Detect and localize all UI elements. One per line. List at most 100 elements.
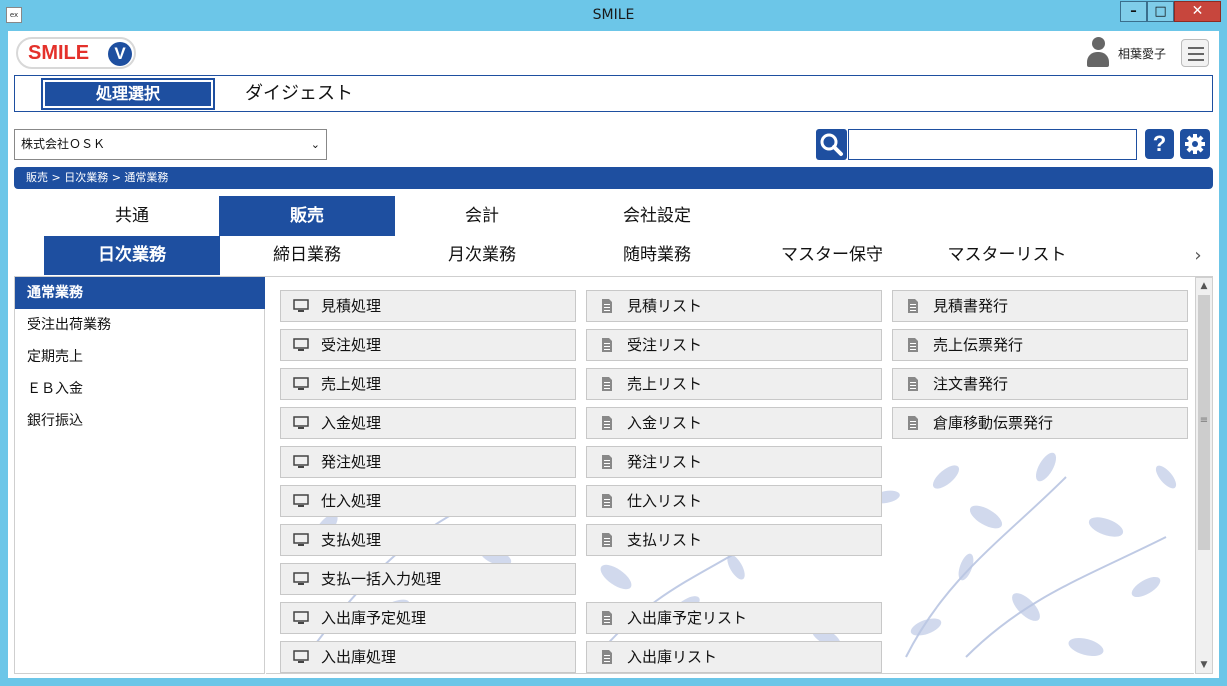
help-button[interactable]: ? [1145,129,1174,159]
tab-closing[interactable]: 締日業務 [219,236,395,275]
fn-bulk-payment[interactable]: 支払一括入力処理 [280,563,576,595]
fn-payment[interactable]: 支払処理 [280,524,576,556]
fn-label: 支払一括入力処理 [321,570,442,588]
window-title: SMILE [592,7,635,23]
fn-label: 支払リスト [627,531,703,549]
scroll-down-icon[interactable]: ▼ [1196,657,1212,673]
left-item-eb-payment[interactable]: ＥＢ入金 [15,373,265,405]
company-select[interactable]: 株式会社ＯＳＫ ⌄ [14,129,327,160]
tab-common[interactable]: 共通 [44,196,220,236]
fn-stock-list[interactable]: 入出庫リスト [586,641,882,673]
fn-payment-received[interactable]: 入金処理 [280,407,576,439]
hamburger-menu-button[interactable] [1181,39,1209,67]
fn-sales-slip-issue[interactable]: 売上伝票発行 [892,329,1188,361]
client-area: SMILE V 相葉愛子 処理選択 ダイジェスト 株式会社ＯＳＫ ⌄ ? 販売 … [8,31,1219,678]
fn-label: 倉庫移動伝票発行 [933,414,1054,432]
scroll-thumb[interactable]: ≡ [1198,295,1210,550]
search-input[interactable] [848,129,1137,160]
logo-text: SMILE [28,42,90,64]
tab-anytime[interactable]: 随時業務 [569,236,745,275]
fn-quotation-list[interactable]: 見積リスト [586,290,882,322]
left-item-periodic-sales[interactable]: 定期売上 [15,341,265,373]
left-menu: 通常業務 受注出荷業務 定期売上 ＥＢ入金 銀行振込 [14,277,265,674]
tab-company-settings[interactable]: 会社設定 [569,196,745,236]
tab-master-list[interactable]: マスターリスト [919,236,1095,275]
fn-label: 受注処理 [321,336,382,354]
minimize-icon: – [1130,4,1137,19]
company-select-value: 株式会社ＯＳＫ [21,137,106,151]
document-icon [908,299,918,313]
smile-logo: SMILE V [16,37,136,69]
monitor-icon [293,611,309,624]
user-avatar-icon[interactable] [1086,37,1110,67]
fn-label: 発注リスト [627,453,703,471]
user-name[interactable]: 相葉愛子 [1118,45,1166,62]
fn-quotation-issue[interactable]: 見積書発行 [892,290,1188,322]
document-icon [602,494,612,508]
vertical-scrollbar[interactable]: ▲ ≡ ▼ [1195,277,1213,674]
fn-purchase[interactable]: 仕入処理 [280,485,576,517]
fn-sales[interactable]: 売上処理 [280,368,576,400]
tab-master-maintenance[interactable]: マスター保守 [744,236,920,275]
fn-label: 入出庫予定リスト [627,609,748,627]
title-bar[interactable]: ex SMILE – □ ✕ [0,0,1227,31]
breadcrumb: 販売 > 日次業務 > 通常業務 [14,167,1213,189]
grip-icon: ≡ [1199,415,1209,426]
fn-warehouse-transfer-issue[interactable]: 倉庫移動伝票発行 [892,407,1188,439]
monitor-icon [293,533,309,546]
fn-quotation[interactable]: 見積処理 [280,290,576,322]
fn-purchase-list[interactable]: 仕入リスト [586,485,882,517]
fn-label: 注文書発行 [933,375,1009,393]
tab-digest[interactable]: ダイジェスト [245,78,353,110]
app-header: SMILE V 相葉愛子 [8,31,1219,75]
search-button[interactable] [816,129,847,160]
minimize-button[interactable]: – [1120,1,1147,22]
fn-label: 入金リスト [627,414,703,432]
document-icon [602,455,612,469]
fn-payment-list[interactable]: 支払リスト [586,524,882,556]
document-icon [908,377,918,391]
fn-stock-plan[interactable]: 入出庫予定処理 [280,602,576,634]
function-panel: 見積処理 受注処理 売上処理 入金処理 発注処理 仕入処理 支払処理 支払一括入… [266,277,1194,674]
tab-sales[interactable]: 販売 [219,196,395,236]
monitor-icon [293,299,309,312]
tab-daily[interactable]: 日次業務 [44,236,220,275]
fn-label: 売上処理 [321,375,382,393]
fn-stock[interactable]: 入出庫処理 [280,641,576,673]
menu-line-icon [1188,53,1204,55]
left-item-order-shipping[interactable]: 受注出荷業務 [15,309,265,341]
document-icon [602,416,612,430]
tab-monthly[interactable]: 月次業務 [394,236,570,275]
chevron-down-icon: ⌄ [310,138,320,151]
left-item-regular[interactable]: 通常業務 [15,277,265,309]
scroll-up-icon[interactable]: ▲ [1196,278,1212,294]
fn-payment-received-list[interactable]: 入金リスト [586,407,882,439]
document-icon [908,338,918,352]
fn-stock-plan-list[interactable]: 入出庫予定リスト [586,602,882,634]
fn-order-list[interactable]: 受注リスト [586,329,882,361]
monitor-icon [293,494,309,507]
settings-button[interactable] [1180,129,1210,159]
fn-label: 支払処理 [321,531,382,549]
tab-accounting[interactable]: 会計 [394,196,570,236]
fn-purchase-order-list[interactable]: 発注リスト [586,446,882,478]
document-icon [602,533,612,547]
document-icon [602,611,612,625]
document-icon [602,650,612,664]
fn-label: 入出庫処理 [321,648,397,666]
fn-label: 見積処理 [321,297,382,315]
fn-label: 売上伝票発行 [933,336,1024,354]
close-button[interactable]: ✕ [1174,1,1221,22]
chevron-right-icon[interactable]: › [1188,236,1208,275]
fn-purchase-order[interactable]: 発注処理 [280,446,576,478]
fn-order[interactable]: 受注処理 [280,329,576,361]
tab-process-select[interactable]: 処理選択 [41,78,215,110]
fn-label: 入出庫リスト [627,648,718,666]
fn-label: 入金処理 [321,414,382,432]
fn-sales-list[interactable]: 売上リスト [586,368,882,400]
maximize-button[interactable]: □ [1147,1,1174,22]
fn-label: 見積書発行 [933,297,1009,315]
fn-purchase-order-issue[interactable]: 注文書発行 [892,368,1188,400]
menu-line-icon [1188,47,1204,49]
left-item-bank-transfer[interactable]: 銀行振込 [15,405,265,437]
